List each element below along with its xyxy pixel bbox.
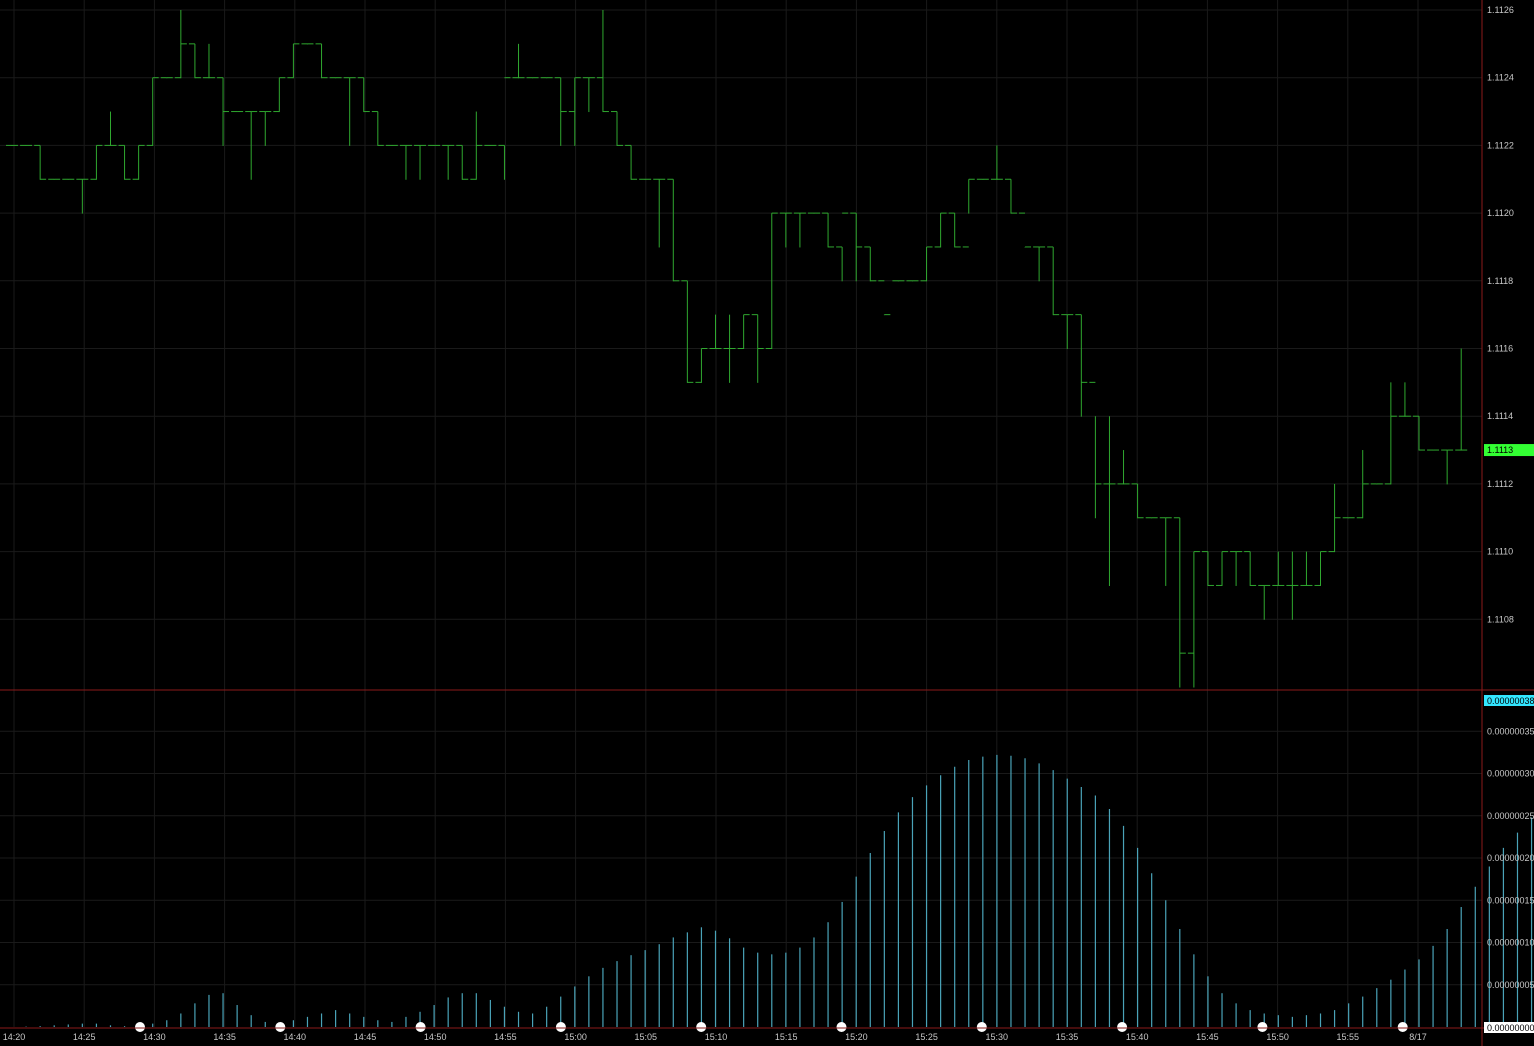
time-tick-label: 14:50 — [424, 1032, 447, 1042]
session-marker-icon — [1117, 1022, 1128, 1032]
session-marker-icon — [1397, 1022, 1408, 1032]
time-tick-label: 15:55 — [1337, 1032, 1360, 1042]
time-tick-label: 15:00 — [564, 1032, 587, 1042]
price-tick-label: 1.1122 — [1487, 140, 1514, 150]
time-tick-label: 15:45 — [1196, 1032, 1219, 1042]
price-tick-label: 1.1118 — [1487, 276, 1513, 286]
time-tick-label: 14:30 — [143, 1032, 166, 1042]
zero-volume-label: 0.000000000 — [1487, 1023, 1534, 1033]
session-marker-icon — [696, 1022, 707, 1032]
chart-background — [0, 0, 1534, 1046]
price-volume-chart[interactable]: 1.1126 1.1124 1.1122 1.1120 1.1118 1.1116 1.11… — [0, 0, 1534, 1046]
session-marker-icon — [976, 1022, 987, 1032]
session-marker-icon — [135, 1022, 145, 1032]
volume-tick-label: 0.000000250 — [1487, 811, 1534, 821]
time-tick-label: 15:20 — [845, 1032, 868, 1042]
price-tick-label: 1.1110 — [1487, 547, 1513, 557]
session-marker-icon — [836, 1022, 847, 1032]
time-tick-label: 15:50 — [1266, 1032, 1289, 1042]
volume-tick-label: 0.000000200 — [1487, 853, 1534, 863]
volume-tick-label: 0.000000350 — [1487, 726, 1534, 736]
current-price-label: 1.1113 — [1487, 445, 1513, 455]
time-tick-label: 15:30 — [986, 1032, 1009, 1042]
price-tick-label: 1.1120 — [1487, 208, 1514, 218]
volume-tick-label: 0.000000050 — [1487, 980, 1534, 990]
time-tick-label: 14:20 — [3, 1032, 26, 1042]
session-marker-icon — [415, 1022, 426, 1032]
price-tick-label: 1.1126 — [1487, 5, 1514, 15]
time-tick-label: 15:10 — [705, 1032, 728, 1042]
price-tick-label: 1.1124 — [1487, 73, 1514, 83]
time-tick-label: 15:25 — [915, 1032, 938, 1042]
time-tick-label: 14:55 — [494, 1032, 517, 1042]
time-tick-label: 8/17 — [1409, 1032, 1427, 1042]
session-marker-icon — [1257, 1022, 1268, 1032]
time-tick-label: 15:05 — [635, 1032, 658, 1042]
session-marker-icon — [275, 1022, 286, 1032]
volume-tick-label: 0.000000300 — [1487, 769, 1534, 779]
time-tick-label: 15:15 — [775, 1032, 798, 1042]
time-tick-label: 14:40 — [284, 1032, 307, 1042]
price-tick-label: 1.1112 — [1487, 479, 1513, 489]
price-tick-label: 1.1114 — [1487, 411, 1513, 421]
price-tick-label: 1.1108 — [1487, 614, 1514, 624]
session-marker-icon — [555, 1022, 566, 1032]
volume-tick-label: 0.000000150 — [1487, 895, 1534, 905]
time-tick-label: 15:35 — [1056, 1032, 1079, 1042]
price-tick-label: 1.1116 — [1487, 344, 1513, 354]
time-tick-label: 15:40 — [1126, 1032, 1149, 1042]
current-volume-label: 0.000000387 — [1487, 696, 1534, 706]
time-tick-label: 14:35 — [213, 1032, 236, 1042]
volume-tick-label: 0.000000100 — [1487, 938, 1534, 948]
time-tick-label: 14:25 — [73, 1032, 96, 1042]
time-tick-label: 14:45 — [354, 1032, 377, 1042]
